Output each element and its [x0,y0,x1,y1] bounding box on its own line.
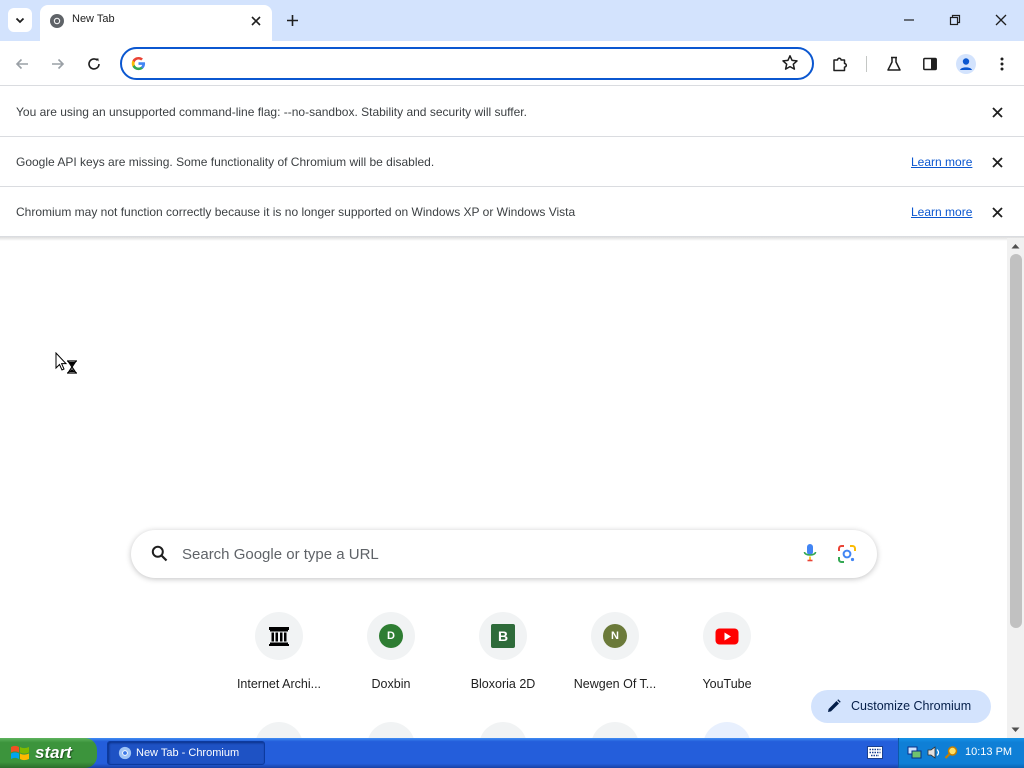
shortcut-label: Newgen Of T... [573,677,657,691]
side-panel-button[interactable] [917,51,943,77]
start-label: start [35,743,72,762]
clock: 10:13 PM [965,746,1013,758]
infobar-shadow [0,237,1024,241]
close-icon [991,106,1003,118]
chevron-down-icon [15,17,25,24]
infobar-message: You are using an unsupported command-lin… [16,105,527,119]
scroll-down-arrow-icon[interactable] [1011,727,1020,733]
learn-more-link[interactable]: Learn more [911,155,972,169]
shortcut-icon-container: B [479,612,527,660]
close-window-button[interactable] [982,5,1020,35]
shortcut-icon-container: D [367,612,415,660]
shortcut-tile-bloxoria[interactable]: B Bloxoria 2D [447,612,559,702]
tab-new-tab[interactable]: New Tab [40,5,272,41]
close-icon [991,156,1003,168]
infobar-api-keys: Google API keys are missing. Some functi… [0,137,1024,187]
taskbar-item-label: New Tab - Chromium [136,747,240,759]
google-icon [131,56,146,71]
reload-button[interactable] [81,51,107,77]
shortcut-icon-container [255,612,303,660]
shortcut-tile-youtube[interactable]: YouTube [671,612,783,702]
scrollbar-thumb[interactable] [1010,254,1022,628]
customize-label: Customize Chromium [851,699,972,713]
shortcut-icon-container [703,612,751,660]
letter-b-icon: B [491,624,515,648]
pencil-icon [828,699,841,712]
close-icon [251,16,261,26]
shortcut-label: Internet Archi... [236,677,322,691]
minimize-button[interactable] [890,5,928,35]
system-tray: 10:13 PM [898,738,1024,768]
flask-icon [887,56,901,71]
restore-button[interactable] [936,5,974,35]
tab-search-button[interactable] [8,8,32,32]
busy-cursor-icon [55,352,77,374]
shortcut-icon-container: N [591,612,639,660]
restore-icon [949,14,961,26]
windows-flag-icon [11,745,29,761]
taskbar: start New Tab - Chromium 10:13 PM [0,738,1024,768]
customize-chromium-button[interactable]: Customize Chromium [811,690,991,723]
infobar-close-button[interactable] [989,204,1005,220]
shortcut-tile-newgen[interactable]: N Newgen Of T... [559,612,671,702]
infobar-sandbox: You are using an unsupported command-lin… [0,87,1024,137]
start-button[interactable]: start [0,738,97,768]
tab-close-button[interactable] [247,12,265,30]
forward-button[interactable] [45,51,71,77]
microphone-icon[interactable] [803,543,817,564]
puzzle-icon [833,57,848,72]
close-icon [991,206,1003,218]
google-lens-icon[interactable] [837,544,857,564]
search-tray-icon[interactable] [944,745,959,760]
star-icon[interactable] [781,54,799,72]
tab-strip: New Tab [0,0,1024,41]
toolbar-separator [866,56,867,72]
profile-button[interactable] [953,51,979,77]
shortcut-tile-doxbin[interactable]: D Doxbin [335,612,447,702]
keyboard-icon[interactable] [867,746,883,759]
arrow-right-icon [52,58,65,70]
toolbar [0,41,1024,86]
shortcut-label: Bloxoria 2D [470,677,536,691]
chromium-icon [50,14,64,28]
extensions-button[interactable] [827,51,853,77]
search-icon [151,545,168,562]
minimize-icon [904,19,914,21]
infobar-message: Google API keys are missing. Some functi… [16,155,435,169]
letter-n-icon: N [603,624,627,648]
infobar-close-button[interactable] [989,104,1005,120]
avatar-icon [956,54,976,74]
more-vert-icon [1000,57,1004,71]
infobar-unsupported-os: Chromium may not function correctly beca… [0,187,1024,237]
shortcut-label: YouTube [702,677,752,691]
search-placeholder: Search Google or type a URL [182,546,379,563]
learn-more-link[interactable]: Learn more [911,205,972,219]
plus-icon [286,14,298,26]
taskbar-item-chromium[interactable]: New Tab - Chromium [107,741,265,765]
infobar-message: Chromium may not function correctly beca… [16,205,576,219]
back-button[interactable] [9,51,35,77]
reload-icon [88,58,100,70]
menu-button[interactable] [989,51,1015,77]
shortcut-label: Doxbin [371,677,411,691]
labs-button[interactable] [881,51,907,77]
scroll-up-arrow-icon[interactable] [1011,243,1020,249]
chromium-icon [118,746,132,760]
letter-d-icon: D [379,624,403,648]
internet-archive-icon [269,627,289,646]
infobar-close-button[interactable] [989,154,1005,170]
new-tab-button[interactable] [280,8,304,32]
tab-title: New Tab [72,13,115,25]
youtube-icon [715,628,739,644]
network-icon[interactable] [907,745,922,760]
volume-icon[interactable] [926,745,941,760]
address-input[interactable] [156,53,756,75]
arrow-left-icon [15,58,28,70]
ntp-search-box[interactable]: Search Google or type a URL [131,530,877,578]
side-panel-icon [923,57,937,71]
shortcut-tile-internet-archive[interactable]: Internet Archi... [223,612,335,702]
close-icon [995,14,1007,26]
address-bar[interactable] [120,47,814,80]
